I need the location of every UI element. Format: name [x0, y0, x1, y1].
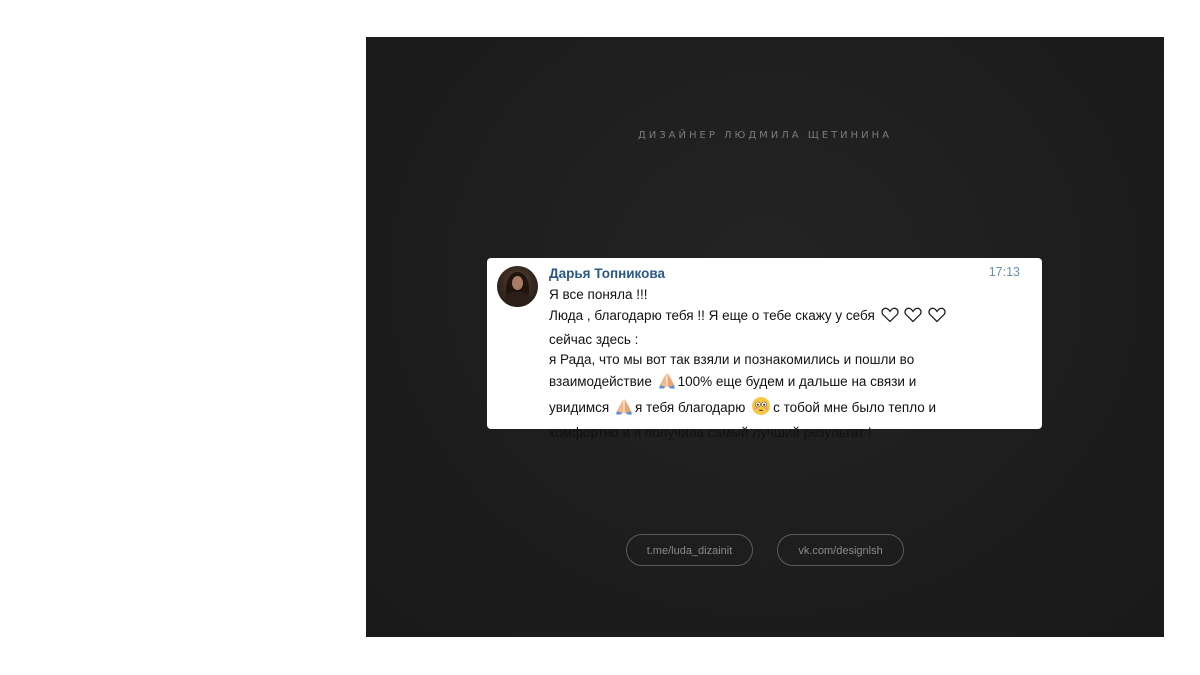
message-line: взаимодействие 100% еще будем и дальше н… [549, 371, 1019, 396]
heart-icon [928, 307, 946, 330]
telegram-link[interactable]: t.me/luda_dizainit [626, 534, 753, 566]
heart-icon [904, 307, 923, 330]
folded-hands-emoji-icon [614, 397, 634, 422]
message-line: сейчас здесь : [549, 331, 639, 347]
designer-title: ДИЗАЙНЕР ЛЮДМИЛА ЩЕТИНИНА [637, 130, 893, 141]
message-line: комфортно и я получила самый лучший резу… [549, 424, 872, 440]
vk-link[interactable]: vk.com/designlsh [777, 534, 904, 566]
heart-icon [880, 307, 899, 330]
avatar[interactable] [497, 266, 538, 307]
slide-background: ДИЗАЙНЕР ЛЮДМИЛА ЩЕТИНИНА Дарья Топников… [366, 37, 1164, 637]
message-line: увидимся я тебя благодарю с тобой мне бы… [549, 396, 1019, 423]
folded-hands-emoji-icon [657, 371, 677, 396]
message-card: Дарья Топникова 17:13 Я все поняла !!! Л… [487, 258, 1042, 440]
message-line: я Рада, что мы вот так взяли и познакоми… [549, 352, 915, 368]
flushed-face-emoji-icon [751, 396, 771, 423]
message-text: Я все поняла !!! Люда , благодарю тебя !… [549, 285, 1019, 444]
message-time: 17:13 [988, 265, 1020, 279]
message-line: Я все поняла !!! [549, 287, 648, 302]
message-line: Люда , благодарю тебя !! Я еще о тебе ск… [549, 306, 1019, 330]
sender-name[interactable]: Дарья Топникова [549, 266, 665, 281]
